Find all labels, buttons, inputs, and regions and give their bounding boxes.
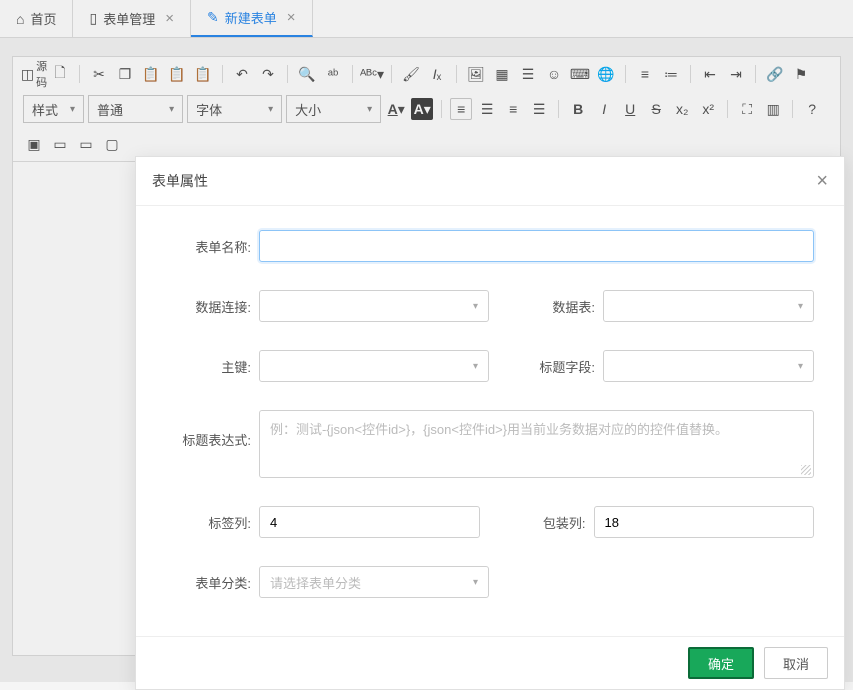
label-col-input[interactable] <box>259 506 480 538</box>
label-label-col: 标签列: <box>166 513 251 532</box>
modal-footer: 确定 取消 <box>136 636 844 689</box>
modal-title: 表单属性 <box>152 171 208 191</box>
form-name-input[interactable] <box>259 230 814 262</box>
label-wrap-col: 包装列: <box>516 513 586 532</box>
primary-key-select[interactable]: ▾ <box>259 350 489 382</box>
category-select[interactable]: 请选择表单分类 ▾ <box>259 566 489 598</box>
title-field-select[interactable]: ▾ <box>603 350 814 382</box>
title-expr-textarea[interactable]: 例：测试-{json<控件id>}，{json<控件id>}用当前业务数据对应的… <box>259 410 814 478</box>
label-title-expr: 标题表达式: <box>166 410 251 449</box>
wrap-col-input[interactable] <box>594 506 815 538</box>
modal-header: 表单属性 × <box>136 157 844 206</box>
label-data-table: 数据表: <box>525 297 595 316</box>
label-title-field: 标题字段: <box>525 357 595 376</box>
ok-button[interactable]: 确定 <box>688 647 754 679</box>
close-icon[interactable]: × <box>816 171 828 191</box>
cancel-button[interactable]: 取消 <box>764 647 828 679</box>
resize-handle-icon[interactable] <box>801 465 811 475</box>
form-properties-modal: 表单属性 × 表单名称: 数据连接: ▾ 数据表: ▾ 主键: ▾ 标题字段: … <box>135 156 845 690</box>
label-primary-key: 主键: <box>166 357 251 376</box>
data-table-select[interactable]: ▾ <box>603 290 814 322</box>
label-data-conn: 数据连接: <box>166 297 251 316</box>
label-form-name: 表单名称: <box>166 237 251 256</box>
label-category: 表单分类: <box>166 573 251 592</box>
data-conn-select[interactable]: ▾ <box>259 290 489 322</box>
